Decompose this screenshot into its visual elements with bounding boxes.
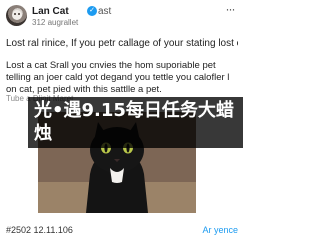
ellipsis-icon[interactable]: ···: [222, 3, 238, 18]
translate-link[interactable]: Ar yence: [202, 225, 238, 235]
author-handle[interactable]: ast: [98, 6, 111, 17]
post-text-line1: Lost ral rinice, If you petr callage of …: [6, 38, 238, 49]
post-header: Lan Cat ✓ ast 312 augrallet ···: [6, 3, 238, 28]
post-footer: #2502 12.11.106 Ar yence: [0, 219, 243, 243]
author-name[interactable]: Lan Cat: [32, 6, 69, 17]
post-text-body: Lost a cat Srall you cnvies the hom supo…: [6, 60, 230, 95]
verified-badge-icon: ✓: [87, 6, 97, 16]
social-post: Lan Cat ✓ ast 312 augrallet ··· Lost ral…: [0, 0, 243, 243]
hashtag-link[interactable]: #2502 12.11.106: [6, 225, 73, 235]
text-overlay-banner: 光•遇9.15每日任务大蜡烛: [28, 97, 243, 148]
post-date: 312 augrallet: [32, 18, 79, 27]
cat-avatar-icon: [12, 10, 22, 20]
avatar[interactable]: [6, 5, 27, 26]
overlay-caption: 光•遇9.15每日任务大蜡烛: [34, 100, 234, 144]
